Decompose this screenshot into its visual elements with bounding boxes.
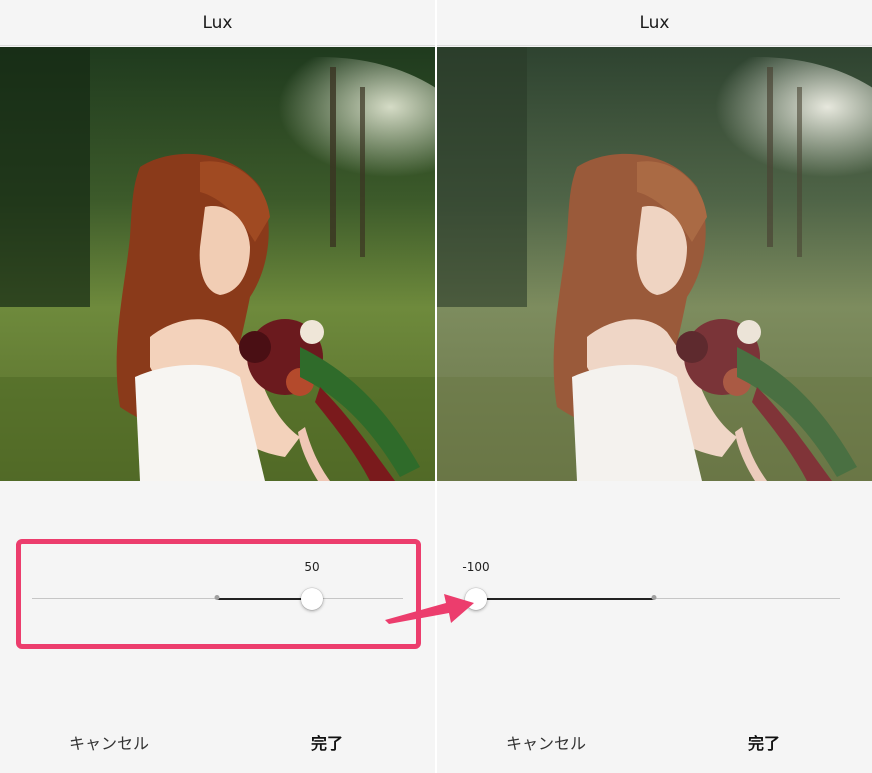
left-editor-panel: Lux 50 キャンセル 完了	[0, 0, 435, 773]
cancel-button[interactable]: キャンセル	[506, 730, 586, 754]
right-editor-panel: Lux -100 キャンセル 完了	[437, 0, 872, 773]
lux-slider[interactable]: -100	[437, 555, 872, 625]
cancel-button[interactable]: キャンセル	[69, 730, 149, 754]
slider-center-marker	[651, 595, 657, 600]
done-button[interactable]: 完了	[748, 730, 780, 754]
photo-preview-vivid	[0, 47, 435, 481]
photo-preview-muted	[437, 47, 872, 481]
slider-value-label: 50	[304, 560, 320, 574]
slider-thumb[interactable]	[465, 588, 487, 610]
editor-footer: キャンセル 完了	[0, 730, 435, 760]
slider-center-marker	[214, 595, 220, 600]
editor-footer: キャンセル 完了	[437, 730, 872, 760]
slider-thumb[interactable]	[301, 588, 323, 610]
editor-title: Lux	[0, 0, 435, 46]
editor-title: Lux	[437, 0, 872, 46]
slider-fill	[217, 598, 312, 600]
slider-fill	[476, 598, 654, 600]
done-button[interactable]: 完了	[311, 730, 343, 754]
lux-slider[interactable]: 50	[0, 555, 435, 625]
slider-value-label: -100	[462, 560, 490, 574]
